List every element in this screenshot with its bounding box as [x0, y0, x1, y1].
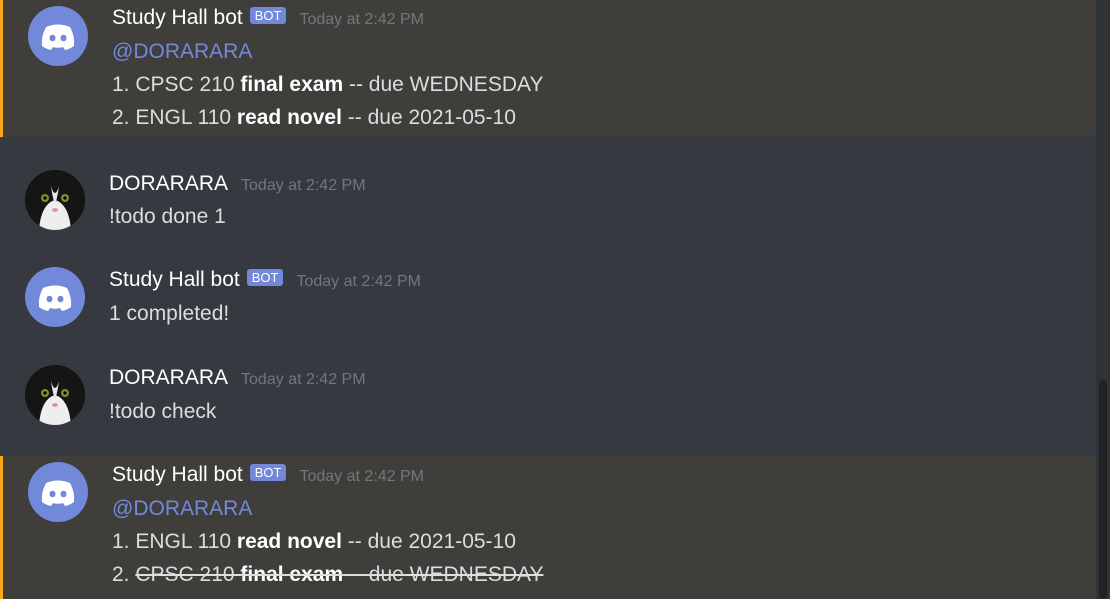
bot-badge: BOT — [249, 464, 287, 481]
username[interactable]: DORARARA — [109, 366, 228, 390]
avatar[interactable] — [28, 6, 88, 66]
user-mention[interactable]: @DORARARA — [112, 40, 252, 63]
bot-badge: BOT — [249, 7, 287, 24]
timestamp[interactable]: Today at 2:42 PM — [241, 177, 366, 195]
timestamp[interactable]: Today at 2:42 PM — [299, 468, 424, 486]
message-bot-reply: Study Hall bot BOT Today at 2:42 PM 1 co… — [0, 258, 1096, 338]
discord-logo-icon — [38, 285, 72, 311]
todo-item: 1. ENGL 110 read novel -- due 2021-05-10 — [112, 530, 516, 553]
avatar[interactable] — [25, 170, 85, 230]
discord-logo-icon — [41, 24, 75, 50]
username[interactable]: Study Hall bot — [112, 6, 243, 30]
message-text: 1 completed! — [109, 302, 230, 325]
scrollbar-thumb[interactable] — [1099, 380, 1107, 599]
message-text: !todo done 1 — [109, 205, 226, 228]
todo-item-completed: 2. CPSC 210 final exam -- due WEDNESDAY — [112, 563, 544, 586]
avatar[interactable] — [25, 365, 85, 425]
cat-photo-avatar — [25, 170, 85, 230]
todo-item: 1. CPSC 210 final exam -- due WEDNESDAY — [112, 73, 544, 96]
cat-photo-avatar — [25, 365, 85, 425]
mention-line: @DORARARA — [112, 497, 252, 521]
timestamp[interactable]: Today at 2:42 PM — [296, 273, 421, 291]
message-bot-todo-list: Study Hall bot BOT Today at 2:42 PM @DOR… — [0, 0, 1096, 137]
bot-badge: BOT — [246, 269, 284, 286]
message-text: !todo check — [109, 400, 217, 423]
username[interactable]: Study Hall bot — [112, 463, 243, 487]
scrollbar-track[interactable] — [1096, 0, 1110, 599]
message-bot-todo-list: Study Hall bot BOT Today at 2:42 PM @DOR… — [0, 456, 1096, 599]
timestamp[interactable]: Today at 2:42 PM — [241, 371, 366, 389]
avatar[interactable] — [28, 462, 88, 522]
discord-logo-icon — [41, 480, 75, 506]
message-user-command: DORARARA Today at 2:42 PM !todo check — [0, 356, 1096, 436]
avatar[interactable] — [25, 267, 85, 327]
user-mention[interactable]: @DORARARA — [112, 497, 252, 520]
timestamp[interactable]: Today at 2:42 PM — [299, 11, 424, 29]
username[interactable]: Study Hall bot — [109, 268, 240, 292]
message-user-command: DORARARA Today at 2:42 PM !todo done 1 — [0, 160, 1096, 240]
todo-item: 2. ENGL 110 read novel -- due 2021-05-10 — [112, 106, 516, 129]
username[interactable]: DORARARA — [109, 172, 228, 196]
mention-line: @DORARARA — [112, 40, 252, 64]
